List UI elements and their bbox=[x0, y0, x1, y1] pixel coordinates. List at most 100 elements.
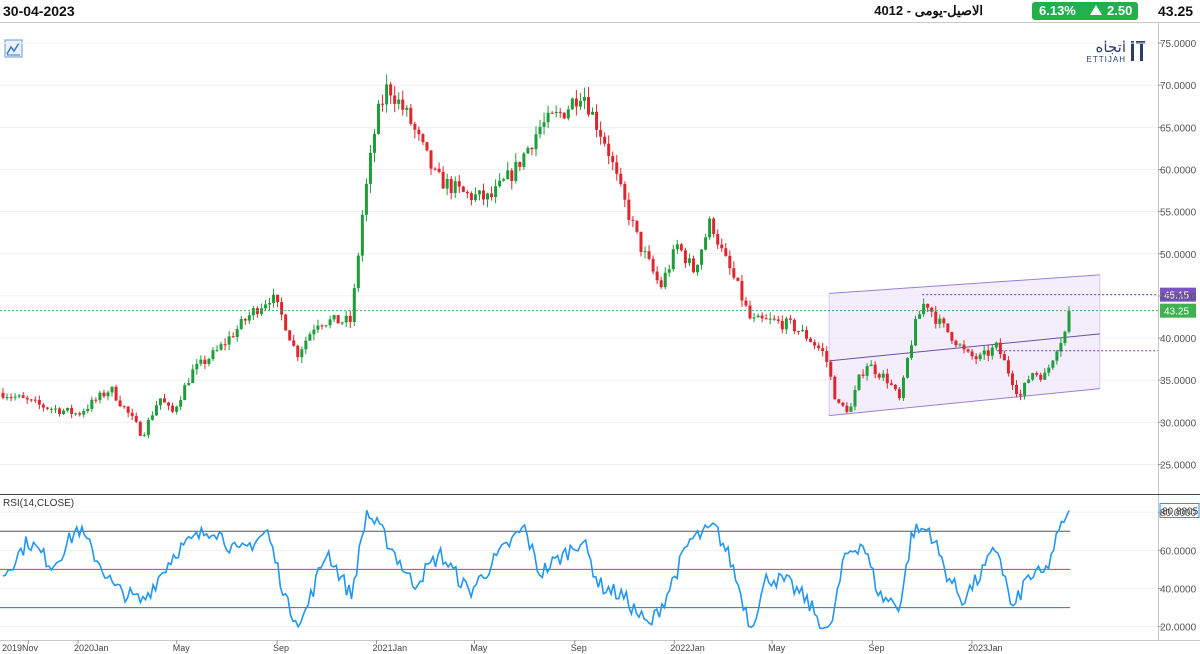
candle-body bbox=[308, 334, 312, 341]
candle-body bbox=[708, 218, 712, 238]
candle-body bbox=[901, 377, 905, 399]
time-tick-label: May bbox=[470, 643, 488, 653]
candle-body bbox=[437, 168, 441, 172]
candle-body bbox=[405, 107, 409, 110]
candle-body bbox=[506, 170, 510, 180]
time-tick-label: May bbox=[173, 643, 191, 653]
candle-body bbox=[41, 404, 45, 408]
candle-body bbox=[958, 344, 962, 346]
candle-body bbox=[37, 399, 41, 405]
candle-body bbox=[974, 356, 978, 360]
candle-body bbox=[453, 181, 457, 193]
candle-body bbox=[417, 129, 421, 135]
candle-body bbox=[53, 408, 57, 410]
candle-body bbox=[433, 168, 437, 170]
time-tick-label: 2021Jan bbox=[373, 643, 408, 653]
candle-body bbox=[154, 405, 158, 416]
candle-body bbox=[219, 344, 223, 350]
candle-body bbox=[243, 318, 247, 321]
candle-body bbox=[566, 109, 570, 119]
candle-body bbox=[389, 84, 393, 96]
candle-body bbox=[502, 179, 506, 181]
candle-body bbox=[683, 250, 687, 264]
candle-body bbox=[486, 193, 490, 200]
candle-body bbox=[360, 214, 364, 256]
price-tick-label: 55.0000 bbox=[1160, 208, 1197, 219]
candle-body bbox=[671, 249, 675, 270]
candle-body bbox=[966, 349, 970, 352]
candle-body bbox=[45, 407, 49, 409]
candle-body bbox=[942, 318, 946, 324]
candle-body bbox=[817, 345, 821, 349]
price-tick-label: 45.0000 bbox=[1160, 292, 1197, 303]
candle-body bbox=[344, 315, 348, 323]
candle-body bbox=[837, 399, 841, 403]
candle-body bbox=[215, 349, 219, 351]
candle-body bbox=[126, 406, 130, 413]
candle-body bbox=[716, 234, 720, 245]
candle-body bbox=[954, 340, 958, 346]
candle-body bbox=[607, 143, 611, 157]
candle-body bbox=[558, 111, 562, 113]
candle-body bbox=[183, 385, 187, 401]
candle-body bbox=[1067, 310, 1071, 332]
candle-body bbox=[33, 399, 37, 401]
candle-body bbox=[393, 95, 397, 104]
candle-body bbox=[74, 413, 78, 415]
candle-body bbox=[288, 330, 292, 341]
candle-body bbox=[663, 272, 667, 288]
candle-body bbox=[736, 277, 740, 281]
candle-body bbox=[207, 358, 211, 364]
price-tick-label: 35.0000 bbox=[1160, 376, 1197, 387]
candle-body bbox=[1002, 354, 1006, 361]
candle-body bbox=[49, 408, 53, 410]
candle-body bbox=[643, 251, 647, 253]
candle-body bbox=[1019, 394, 1023, 396]
candle-body bbox=[675, 244, 679, 250]
candle-body bbox=[861, 374, 865, 376]
candle-body bbox=[538, 126, 542, 135]
candle-body bbox=[691, 258, 695, 273]
chart-settings-icon[interactable] bbox=[4, 39, 23, 58]
price-tick-label: 65.0000 bbox=[1160, 123, 1197, 134]
candle-body bbox=[445, 178, 449, 189]
candle-body bbox=[1031, 373, 1035, 380]
candle-body bbox=[857, 374, 861, 390]
candle-body bbox=[1010, 373, 1014, 386]
candle-body bbox=[889, 383, 893, 385]
candle-body bbox=[938, 318, 942, 324]
candle-body bbox=[385, 84, 389, 105]
price-chart[interactable]: اتجاه ETTIJAH 43.2545.15 75.000070.00006… bbox=[0, 0, 1200, 654]
candle-body bbox=[90, 399, 94, 409]
candle-body bbox=[514, 161, 518, 181]
candle-body bbox=[328, 319, 332, 326]
candle-body bbox=[659, 280, 663, 288]
candle-body bbox=[934, 311, 938, 324]
candle-body bbox=[276, 294, 280, 303]
candle-body bbox=[821, 348, 825, 352]
candle-body bbox=[340, 322, 344, 324]
candle-body bbox=[518, 161, 522, 167]
candle-body bbox=[231, 336, 235, 338]
candle-body bbox=[348, 315, 352, 322]
candle-body bbox=[720, 244, 724, 249]
rsi-tick-label: 80.0000 bbox=[1160, 508, 1197, 519]
candle-body bbox=[1043, 372, 1047, 380]
candle-body bbox=[352, 288, 356, 322]
candle-body bbox=[865, 366, 869, 376]
candle-body bbox=[13, 396, 17, 398]
candle-body bbox=[469, 193, 473, 200]
candle-body bbox=[946, 323, 950, 333]
candle-body bbox=[247, 315, 251, 321]
candle-body bbox=[627, 199, 631, 220]
candle-body bbox=[647, 251, 651, 259]
price-tick-label: 40.0000 bbox=[1160, 334, 1197, 345]
price-tick-label: 30.0000 bbox=[1160, 418, 1197, 429]
candle-body bbox=[175, 406, 179, 412]
candle-body bbox=[712, 218, 716, 235]
candle-body bbox=[986, 350, 990, 356]
candle-body bbox=[320, 325, 324, 327]
candle-body bbox=[631, 219, 635, 221]
candle-body bbox=[163, 398, 167, 403]
candle-body bbox=[655, 271, 659, 281]
